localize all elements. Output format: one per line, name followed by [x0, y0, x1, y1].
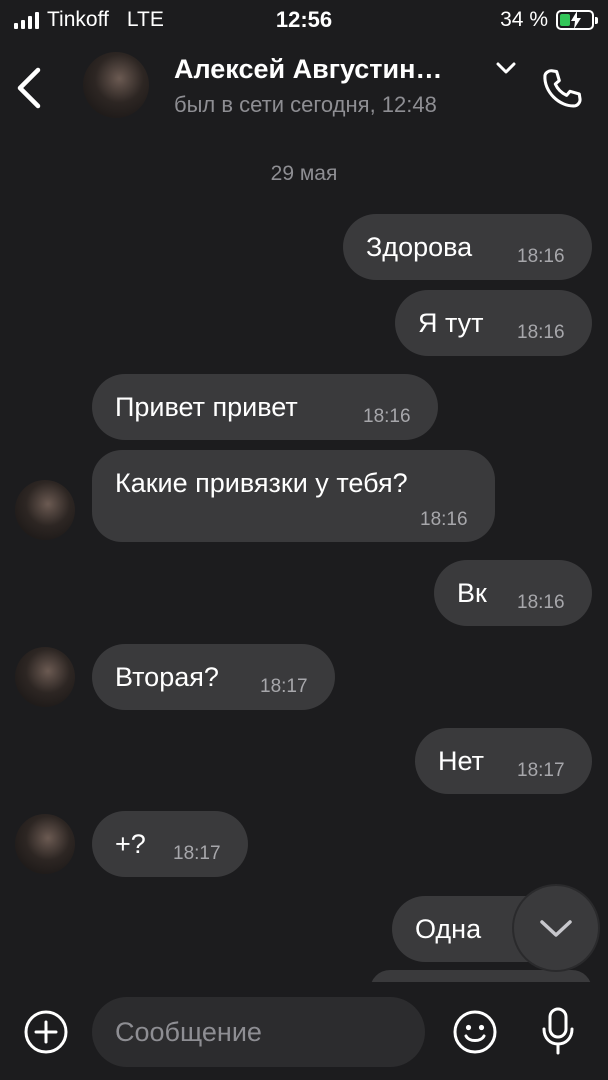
message-time: 18:16	[517, 322, 565, 343]
message-bubble-incoming[interactable]: Привет привет 18:16	[92, 374, 438, 440]
message-text: Привет привет	[115, 392, 298, 422]
chevron-down-icon[interactable]	[495, 60, 517, 76]
chat-screen: Tinkoff LTE 12:56 34 % Алексей Августин……	[0, 0, 608, 1080]
composer-bar	[0, 982, 608, 1080]
battery-icon	[556, 10, 598, 30]
message-text: Нет	[438, 746, 484, 776]
message-bubble-incoming[interactable]: Какие привязки у тебя? 18:16	[92, 450, 495, 542]
scroll-down-button[interactable]	[514, 886, 598, 970]
add-icon[interactable]	[23, 1009, 69, 1055]
battery-percent: 34 %	[500, 8, 548, 31]
message-bubble-outgoing[interactable]: Нет 18:17	[415, 728, 592, 794]
status-bar: Tinkoff LTE 12:56 34 %	[0, 0, 608, 40]
message-time: 18:16	[517, 246, 565, 267]
message-text: Вк	[457, 578, 487, 608]
message-bubble-incoming[interactable]: Вторая? 18:17	[92, 644, 335, 710]
message-time: 18:17	[173, 843, 221, 864]
message-bubble-outgoing[interactable]: Я тут 18:16	[395, 290, 592, 356]
message-time: 18:17	[517, 760, 565, 781]
message-text: Какие привязки у тебя?	[115, 468, 408, 498]
battery-fill	[560, 14, 570, 26]
sender-avatar[interactable]	[15, 480, 75, 540]
message-text: Вторая?	[115, 662, 219, 692]
sender-avatar[interactable]	[15, 814, 75, 874]
contact-avatar[interactable]	[83, 52, 149, 118]
emoji-icon[interactable]	[452, 1009, 498, 1055]
battery-nub	[595, 17, 598, 24]
message-bubble-outgoing[interactable]: Здорова 18:16	[343, 214, 592, 280]
message-text: +?	[115, 829, 146, 859]
charging-bolt-icon	[571, 11, 581, 29]
message-time: 18:16	[363, 406, 411, 427]
date-separator: 29 мая	[270, 162, 338, 185]
message-text: Я тут	[418, 308, 484, 338]
message-time: 18:17	[260, 676, 308, 697]
message-time: 18:16	[420, 509, 468, 530]
status-right: 34 %	[500, 8, 598, 32]
contact-status: был в сети сегодня, 12:48	[174, 92, 437, 117]
message-time: 18:16	[517, 592, 565, 613]
sender-avatar[interactable]	[15, 647, 75, 707]
phone-icon[interactable]	[539, 66, 585, 112]
mic-icon[interactable]	[540, 1006, 576, 1056]
back-icon[interactable]	[14, 66, 44, 110]
message-input[interactable]	[92, 997, 425, 1067]
contact-name[interactable]: Алексей Августин…	[174, 54, 442, 85]
message-text: Здорова	[366, 232, 473, 262]
message-bubble-outgoing[interactable]: Вк 18:16	[434, 560, 592, 626]
message-text: Одна	[415, 914, 482, 944]
message-bubble-incoming[interactable]: +? 18:17	[92, 811, 248, 877]
chat-header: Алексей Августин… был в сети сегодня, 12…	[0, 40, 608, 135]
chevron-down-icon	[540, 920, 572, 937]
